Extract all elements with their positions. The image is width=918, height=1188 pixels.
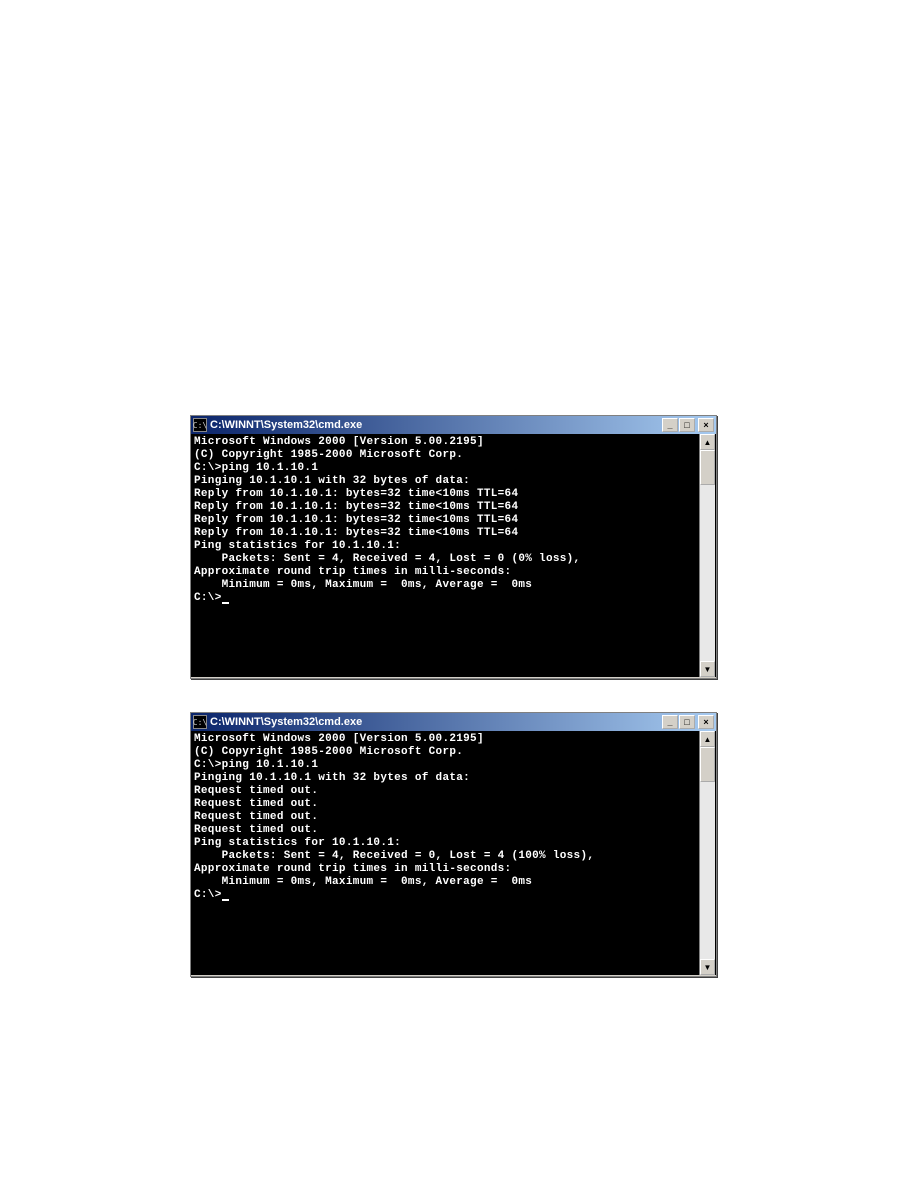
prompt-line: C:\> — [194, 592, 713, 605]
terminal-line: Microsoft Windows 2000 [Version 5.00.219… — [194, 436, 713, 449]
cursor-icon — [222, 899, 229, 901]
terminal-line: Ping statistics for 10.1.10.1: — [194, 837, 713, 850]
minimize-button[interactable]: _ — [662, 715, 678, 729]
maximize-button[interactable]: □ — [679, 418, 695, 432]
cmd-icon: C:\ — [193, 715, 207, 729]
scroll-thumb[interactable] — [700, 747, 715, 782]
terminal-line: C:\>ping 10.1.10.1 — [194, 462, 713, 475]
terminal-line: Request timed out. — [194, 785, 713, 798]
terminal-line: Pinging 10.1.10.1 with 32 bytes of data: — [194, 772, 713, 785]
terminal-output[interactable]: Microsoft Windows 2000 [Version 5.00.219… — [191, 731, 716, 975]
scroll-track[interactable] — [700, 450, 715, 661]
close-button[interactable]: × — [698, 715, 714, 729]
scroll-up-button[interactable]: ▲ — [700, 434, 715, 450]
cursor-icon — [222, 602, 229, 604]
terminal-line: (C) Copyright 1985-2000 Microsoft Corp. — [194, 746, 713, 759]
prompt-line: C:\> — [194, 889, 713, 902]
terminal-line: Request timed out. — [194, 798, 713, 811]
terminal-line: Approximate round trip times in milli-se… — [194, 863, 713, 876]
scroll-down-button[interactable]: ▼ — [700, 661, 715, 677]
close-button[interactable]: × — [698, 418, 714, 432]
terminal-line: Request timed out. — [194, 824, 713, 837]
terminal-line: C:\>ping 10.1.10.1 — [194, 759, 713, 772]
cmd-window-timeout: C:\ C:\WINNT\System32\cmd.exe _ □ × Micr… — [190, 712, 717, 977]
terminal-line: (C) Copyright 1985-2000 Microsoft Corp. — [194, 449, 713, 462]
maximize-button[interactable]: □ — [679, 715, 695, 729]
terminal-line: Packets: Sent = 4, Received = 4, Lost = … — [194, 553, 713, 566]
cmd-icon: C:\ — [193, 418, 207, 432]
terminal-line: Reply from 10.1.10.1: bytes=32 time<10ms… — [194, 488, 713, 501]
terminal-line: Pinging 10.1.10.1 with 32 bytes of data: — [194, 475, 713, 488]
terminal-line: Packets: Sent = 4, Received = 0, Lost = … — [194, 850, 713, 863]
window-controls: _ □ × — [662, 715, 714, 729]
terminal-line: Minimum = 0ms, Maximum = 0ms, Average = … — [194, 579, 713, 592]
vertical-scrollbar[interactable]: ▲ ▼ — [699, 434, 715, 677]
window-title: C:\WINNT\System32\cmd.exe — [210, 716, 662, 728]
vertical-scrollbar[interactable]: ▲ ▼ — [699, 731, 715, 975]
terminal-line: Approximate round trip times in milli-se… — [194, 566, 713, 579]
window-controls: _ □ × — [662, 418, 714, 432]
scroll-track[interactable] — [700, 747, 715, 959]
terminal-line: Request timed out. — [194, 811, 713, 824]
titlebar[interactable]: C:\ C:\WINNT\System32\cmd.exe _ □ × — [191, 713, 716, 731]
scroll-down-button[interactable]: ▼ — [700, 959, 715, 975]
minimize-button[interactable]: _ — [662, 418, 678, 432]
scroll-up-button[interactable]: ▲ — [700, 731, 715, 747]
window-title: C:\WINNT\System32\cmd.exe — [210, 419, 662, 431]
terminal-output[interactable]: Microsoft Windows 2000 [Version 5.00.219… — [191, 434, 716, 677]
terminal-line: Reply from 10.1.10.1: bytes=32 time<10ms… — [194, 501, 713, 514]
cmd-window-success: C:\ C:\WINNT\System32\cmd.exe _ □ × Micr… — [190, 415, 717, 679]
titlebar[interactable]: C:\ C:\WINNT\System32\cmd.exe _ □ × — [191, 416, 716, 434]
terminal-line: Ping statistics for 10.1.10.1: — [194, 540, 713, 553]
terminal-line: Microsoft Windows 2000 [Version 5.00.219… — [194, 733, 713, 746]
terminal-line: Minimum = 0ms, Maximum = 0ms, Average = … — [194, 876, 713, 889]
terminal-line: Reply from 10.1.10.1: bytes=32 time<10ms… — [194, 527, 713, 540]
terminal-line: Reply from 10.1.10.1: bytes=32 time<10ms… — [194, 514, 713, 527]
scroll-thumb[interactable] — [700, 450, 715, 485]
